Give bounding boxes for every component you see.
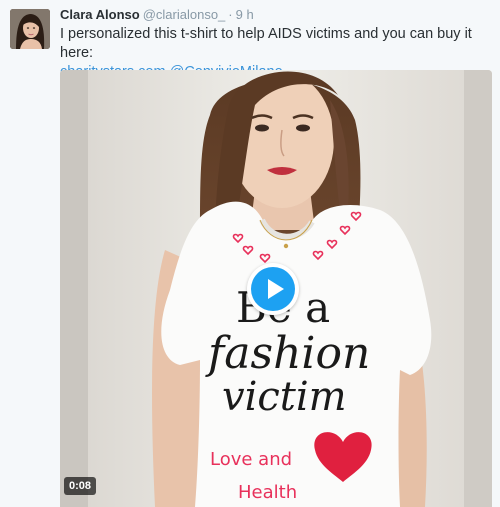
shirt-line-2: fashion (205, 328, 370, 379)
shirt-handwritten-1: Love and (210, 449, 292, 470)
tweet-timestamp[interactable]: 9 h (236, 7, 254, 22)
shirt-handwritten-2: Health (238, 482, 297, 503)
tweet-header: Clara Alonso @clarialonso_ · 9 h (60, 7, 254, 23)
play-button[interactable] (247, 263, 299, 315)
author-display-name[interactable]: Clara Alonso (60, 7, 140, 22)
avatar-photo (10, 9, 50, 49)
separator-dot: · (228, 7, 233, 22)
author-handle[interactable]: @clarialonso_ (143, 7, 226, 22)
tweet-body-text: I personalized this t-shirt to help AIDS… (60, 26, 472, 61)
avatar[interactable] (10, 9, 50, 49)
tweet-card: Clara Alonso @clarialonso_ · 9 h I personal… (0, 0, 500, 507)
play-icon (251, 267, 295, 311)
video-duration-badge: 0:08 (64, 477, 97, 495)
shirt-line-3: victim (222, 374, 347, 420)
